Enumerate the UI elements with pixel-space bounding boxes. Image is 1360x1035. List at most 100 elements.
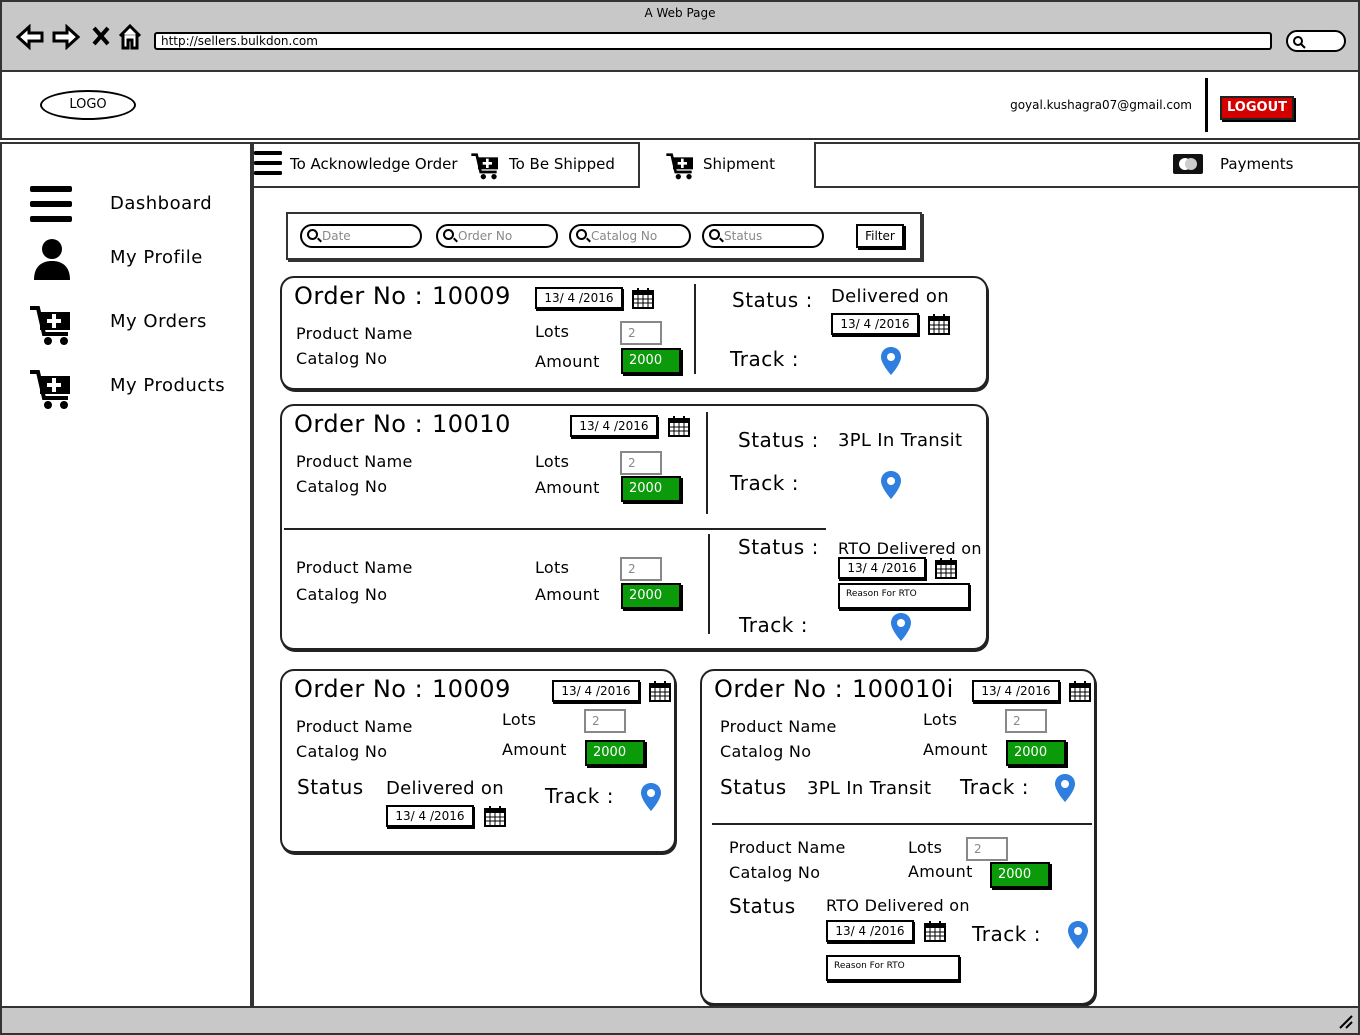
resize-grip-icon[interactable] bbox=[1336, 1012, 1354, 1034]
product-name-label: Product Name bbox=[720, 717, 837, 736]
amount-label: Amount bbox=[535, 352, 600, 371]
order-no-label: Order No : bbox=[294, 675, 424, 703]
divider bbox=[708, 534, 710, 634]
reason-for-rto-field[interactable]: Reason For RTO bbox=[826, 955, 960, 981]
calendar-icon[interactable] bbox=[668, 415, 690, 437]
status-label: Status bbox=[297, 775, 364, 799]
calendar-icon[interactable] bbox=[1069, 680, 1091, 702]
header-divider bbox=[1205, 78, 1208, 132]
user-email: goyal.kushagra07@gmail.com bbox=[1010, 98, 1192, 112]
lots-input[interactable]: 2 bbox=[584, 709, 626, 733]
calendar-icon[interactable] bbox=[928, 313, 950, 335]
status-date: 13/ 4 /2016 bbox=[826, 920, 914, 942]
amount-value: 2000 bbox=[621, 583, 681, 609]
window-title: A Web Page bbox=[644, 6, 716, 20]
tab-to-be-shipped[interactable]: To Be Shipped bbox=[509, 142, 640, 188]
status-label: Status bbox=[729, 894, 796, 918]
lots-label: Lots bbox=[535, 322, 570, 341]
tab-shipment[interactable]: Shipment bbox=[703, 142, 803, 188]
logo[interactable]: LOGO bbox=[40, 90, 136, 120]
lots-input[interactable]: 2 bbox=[1005, 709, 1047, 733]
sidebar-item-my-products[interactable]: My Products bbox=[110, 375, 225, 396]
order-date: 13/ 4 /2016 bbox=[972, 680, 1060, 702]
calendar-icon[interactable] bbox=[935, 557, 957, 579]
search-icon bbox=[1293, 36, 1306, 49]
forward-icon[interactable] bbox=[52, 23, 81, 54]
location-pin-icon[interactable] bbox=[890, 612, 912, 642]
lots-input[interactable]: 2 bbox=[966, 837, 1008, 861]
status-value: RTO Delivered on bbox=[826, 896, 970, 915]
lots-input[interactable]: 2 bbox=[620, 451, 662, 475]
search-icon bbox=[709, 229, 720, 240]
date-filter-input[interactable]: Date bbox=[300, 224, 422, 248]
order-no-value: 10009 bbox=[432, 282, 511, 310]
catalog-no-label: Catalog No bbox=[296, 349, 388, 368]
status-value: Delivered on bbox=[831, 286, 949, 307]
calendar-icon[interactable] bbox=[924, 920, 946, 942]
product-name-label: Product Name bbox=[296, 717, 413, 736]
track-label: Track : bbox=[730, 347, 799, 371]
tab-underline bbox=[816, 186, 1360, 188]
sidebar-item-my-profile[interactable]: My Profile bbox=[110, 247, 203, 268]
menu-icon bbox=[30, 186, 72, 226]
filter-button[interactable]: Filter bbox=[856, 224, 904, 248]
lots-input[interactable]: 2 bbox=[620, 557, 662, 581]
lots-label: Lots bbox=[908, 838, 943, 857]
status-filter-input[interactable]: Status bbox=[702, 224, 824, 248]
status-value: Delivered on bbox=[386, 778, 504, 799]
location-pin-icon[interactable] bbox=[1067, 920, 1089, 950]
calendar-icon[interactable] bbox=[484, 805, 506, 827]
logout-button[interactable]: LOGOUT bbox=[1220, 96, 1294, 120]
location-pin-icon[interactable] bbox=[1054, 773, 1076, 803]
order-no-value: 10010 bbox=[432, 410, 511, 438]
lots-label: Lots bbox=[535, 558, 570, 577]
status-date: 13/ 4 /2016 bbox=[386, 805, 474, 827]
catalog-no-label: Catalog No bbox=[729, 863, 821, 882]
track-label: Track : bbox=[972, 922, 1041, 946]
location-pin-icon[interactable] bbox=[880, 470, 902, 500]
catalog-no-label: Catalog No bbox=[720, 742, 812, 761]
tab-payments[interactable]: Payments bbox=[1220, 142, 1320, 188]
status-label: Status : bbox=[738, 428, 819, 452]
calendar-icon[interactable] bbox=[632, 287, 654, 309]
status-date: 13/ 4 /2016 bbox=[831, 313, 919, 335]
catalog-no-filter-placeholder: Catalog No bbox=[591, 229, 658, 243]
amount-label: Amount bbox=[923, 740, 988, 759]
status-value: RTO Delivered on bbox=[838, 539, 982, 558]
user-icon bbox=[32, 238, 72, 284]
calendar-icon[interactable] bbox=[649, 680, 671, 702]
product-name-label: Product Name bbox=[296, 558, 413, 577]
location-pin-icon[interactable] bbox=[640, 782, 662, 812]
menu-icon bbox=[254, 150, 282, 180]
stop-icon[interactable] bbox=[92, 26, 110, 50]
sidebar-item-dashboard[interactable]: Dashboard bbox=[110, 193, 212, 214]
divider bbox=[706, 412, 708, 514]
date-filter-placeholder: Date bbox=[322, 229, 351, 243]
home-icon[interactable] bbox=[118, 23, 142, 54]
url-bar[interactable]: http://sellers.bulkdon.com bbox=[154, 32, 1272, 50]
lots-label: Lots bbox=[535, 452, 570, 471]
order-no-label: Order No : bbox=[294, 282, 424, 310]
order-no-label: Order No : bbox=[714, 675, 844, 703]
back-icon[interactable] bbox=[15, 23, 44, 55]
tab-underline bbox=[252, 186, 640, 188]
order-no-value: 10009 bbox=[432, 675, 511, 703]
browser-search[interactable] bbox=[1286, 30, 1346, 52]
catalog-no-label: Catalog No bbox=[296, 742, 388, 761]
sidebar-item-my-orders[interactable]: My Orders bbox=[110, 311, 207, 332]
status-filter-placeholder: Status bbox=[724, 229, 763, 243]
location-pin-icon[interactable] bbox=[880, 346, 902, 376]
catalog-no-filter-input[interactable]: Catalog No bbox=[569, 224, 691, 248]
track-label: Track : bbox=[545, 784, 614, 808]
order-no-filter-input[interactable]: Order No bbox=[436, 224, 558, 248]
product-name-label: Product Name bbox=[296, 452, 413, 471]
reason-for-rto-field[interactable]: Reason For RTO bbox=[838, 583, 970, 609]
card-icon bbox=[1172, 153, 1204, 179]
amount-value: 2000 bbox=[990, 862, 1050, 888]
cart-add-icon bbox=[665, 152, 697, 184]
lots-input[interactable]: 2 bbox=[620, 321, 662, 345]
amount-value: 2000 bbox=[621, 348, 681, 374]
cart-add-icon bbox=[28, 368, 76, 414]
tab-to-acknowledge-order[interactable]: To Acknowledge Order bbox=[290, 142, 470, 188]
track-label: Track : bbox=[960, 775, 1029, 799]
